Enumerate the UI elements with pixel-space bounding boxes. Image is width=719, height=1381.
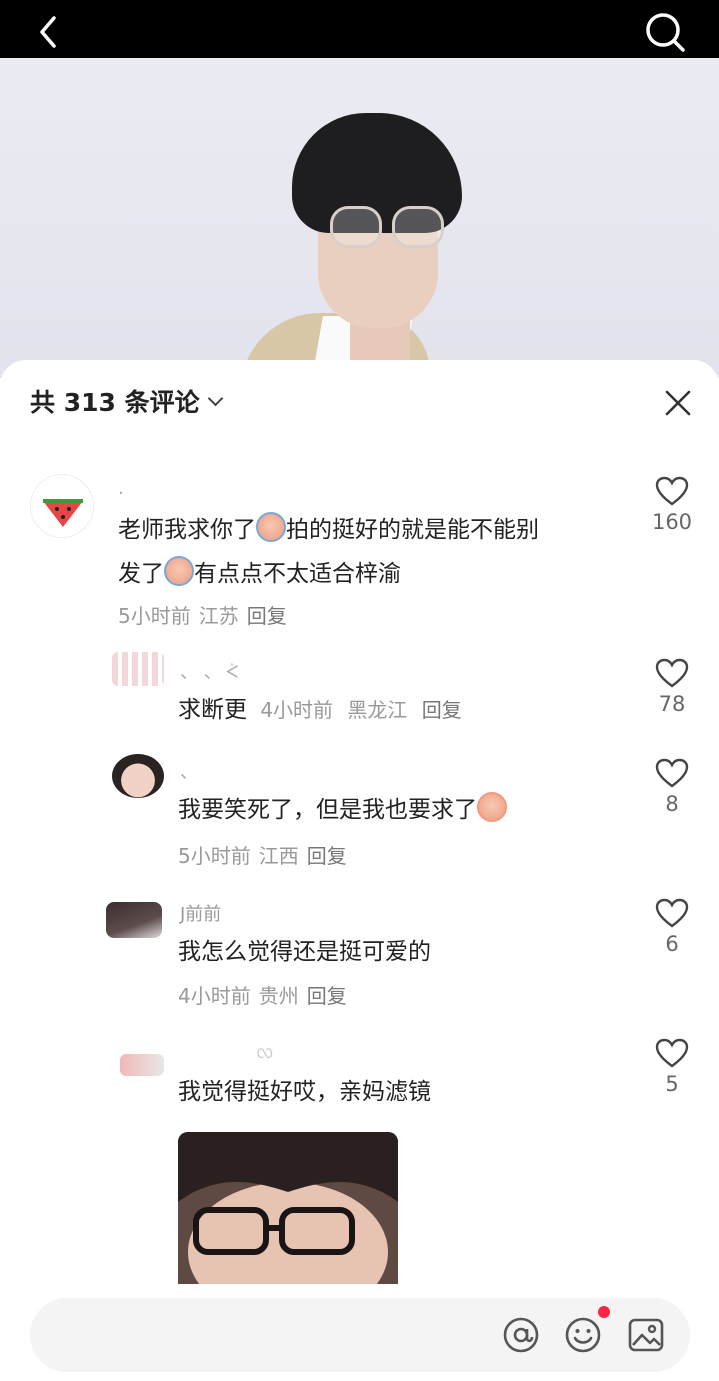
crying-emoji-icon xyxy=(477,792,507,822)
comment-text: 求断更 4小时前 黑龙江 回复 xyxy=(178,697,462,723)
comment-meta: 5小时前 江苏 回复 xyxy=(118,604,287,628)
post-photo xyxy=(0,58,719,378)
at-icon[interactable] xyxy=(502,1316,540,1354)
comment-text: 我要笑死了，但是我也要求了 xyxy=(178,788,618,832)
username[interactable]: J前前 xyxy=(180,900,221,926)
avatar[interactable] xyxy=(112,754,164,798)
notification-dot xyxy=(598,1306,610,1318)
crying-emoji-icon xyxy=(164,556,194,586)
reply-button[interactable]: 回复 xyxy=(307,844,347,868)
like-count: 78 xyxy=(658,692,686,716)
like-button[interactable]: 160 xyxy=(642,476,702,534)
comment-image[interactable] xyxy=(178,1132,398,1284)
like-button[interactable]: 5 xyxy=(642,1038,702,1096)
comment-count-dropdown[interactable]: 共 313 条评论 xyxy=(30,386,223,417)
top-bar xyxy=(0,0,719,58)
like-count: 6 xyxy=(665,932,679,956)
heart-icon xyxy=(655,476,689,506)
search-icon[interactable] xyxy=(643,10,687,54)
crying-emoji-icon xyxy=(256,512,286,542)
chevron-down-icon xyxy=(207,390,223,406)
like-button[interactable]: 6 xyxy=(642,898,702,956)
heart-icon xyxy=(655,1038,689,1068)
avatar[interactable] xyxy=(120,1054,164,1076)
reply-button[interactable]: 回复 xyxy=(422,698,462,722)
smile-icon[interactable] xyxy=(564,1316,602,1354)
comment-panel: 共 313 条评论 . 老师我求你了 拍的挺好的就是能不能别 发了 有点点不太适合梓… xyxy=(0,360,719,1381)
like-count: 8 xyxy=(665,792,679,816)
comment-text: 我觉得挺好哎，亲妈滤镜 xyxy=(178,1079,431,1105)
comment-text: 老师我求你了 拍的挺好的就是能不能别 发了 有点点不太适合梓渝 xyxy=(118,508,618,596)
like-button[interactable]: 8 xyxy=(642,758,702,816)
watermelon-icon xyxy=(43,499,83,527)
avatar[interactable] xyxy=(106,902,162,938)
like-count: 160 xyxy=(651,510,693,534)
heart-icon xyxy=(655,898,689,928)
comment-meta: 4小时前 贵州 回复 xyxy=(178,984,347,1008)
back-icon[interactable] xyxy=(34,12,64,52)
username[interactable]: . xyxy=(118,478,124,499)
heart-icon xyxy=(655,758,689,788)
like-button[interactable]: 78 xyxy=(642,658,702,716)
username[interactable]: ᩃ xyxy=(256,1040,274,1068)
reply-button[interactable]: 回复 xyxy=(307,984,347,1008)
username[interactable]: 、 、 ᢵ xyxy=(180,658,238,684)
username[interactable]: 、 xyxy=(180,758,198,784)
comment-input-bar[interactable] xyxy=(30,1298,690,1372)
comment-text: 我怎么觉得还是挺可爱的 xyxy=(178,939,431,965)
avatar[interactable] xyxy=(112,652,164,686)
reply-button[interactable]: 回复 xyxy=(247,604,287,628)
avatar[interactable] xyxy=(30,474,94,538)
close-icon[interactable] xyxy=(662,387,694,419)
like-count: 5 xyxy=(665,1072,679,1096)
heart-icon xyxy=(655,658,689,688)
comment-count-label: 共 313 条评论 xyxy=(30,388,200,417)
image-icon[interactable] xyxy=(627,1316,665,1354)
comment-meta: 5小时前 江西 回复 xyxy=(178,844,347,868)
